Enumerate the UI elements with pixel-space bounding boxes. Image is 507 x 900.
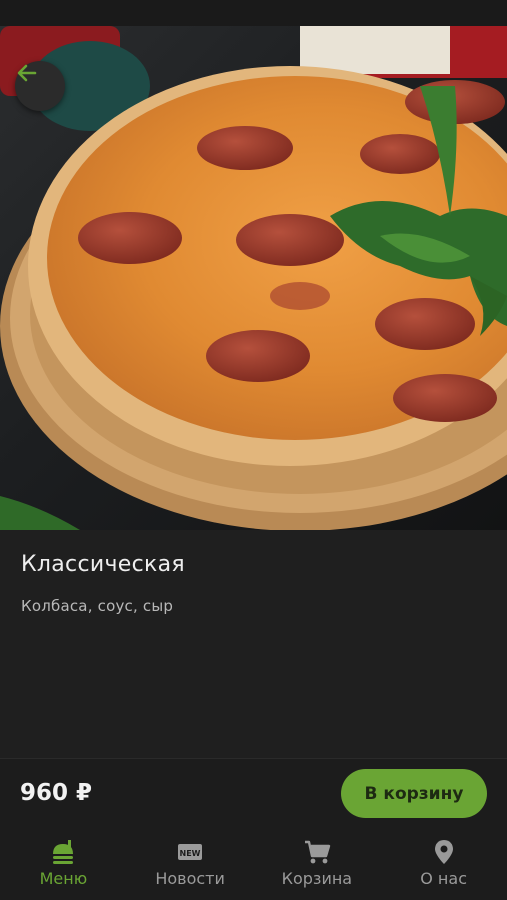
add-to-cart-button[interactable]: В корзину: [341, 769, 487, 818]
product-description: Колбаса, соус, сыр: [21, 597, 174, 615]
product-image: [0, 26, 507, 530]
cart-icon: [303, 838, 331, 866]
tab-about[interactable]: О нас: [380, 830, 507, 900]
product-price: 960 ₽: [20, 780, 93, 806]
product-title: Классическая: [21, 552, 185, 577]
tab-news[interactable]: NEW Новости: [127, 830, 254, 900]
menu-burger-icon: [49, 838, 77, 866]
pizza-photo: [0, 26, 507, 530]
tab-about-label: О нас: [420, 869, 467, 888]
bottom-navigation: Меню NEW Новости Корзина О нас: [0, 830, 507, 900]
tab-cart-label: Корзина: [281, 869, 353, 888]
tab-news-label: Новости: [155, 869, 225, 888]
arrow-left-icon: [17, 64, 37, 82]
svg-text:NEW: NEW: [180, 849, 201, 858]
new-badge-icon: NEW: [176, 838, 204, 866]
tab-cart[interactable]: Корзина: [254, 830, 381, 900]
tab-menu-label: Меню: [39, 869, 88, 888]
product-info: Классическая Колбаса, соус, сыр: [0, 530, 507, 758]
status-bar: [0, 0, 507, 26]
location-pin-icon: [430, 838, 458, 866]
back-button[interactable]: [15, 61, 65, 111]
purchase-bar: 960 ₽ В корзину: [0, 758, 507, 830]
tab-menu[interactable]: Меню: [0, 830, 127, 900]
